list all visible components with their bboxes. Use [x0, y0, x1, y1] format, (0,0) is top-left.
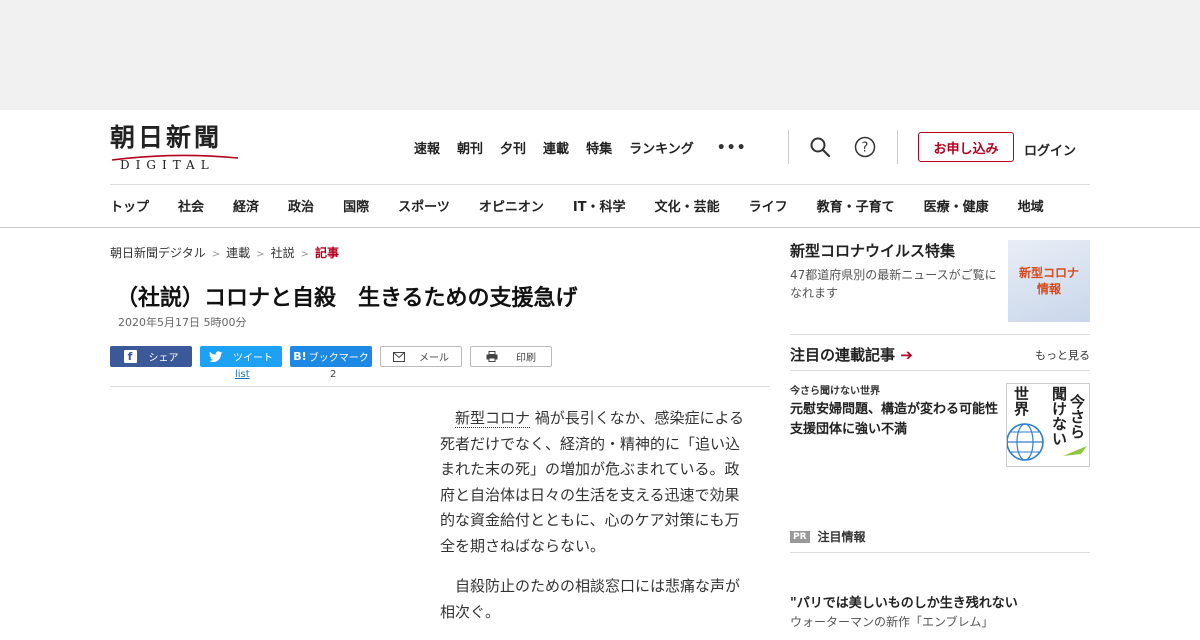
- corona-badge-line2: 情報: [1036, 282, 1061, 296]
- cat-item-health[interactable]: 医療・健康: [924, 196, 989, 215]
- cat-item-international[interactable]: 国際: [343, 196, 369, 215]
- arrow-right-icon: ➔: [900, 346, 913, 364]
- facebook-share-button[interactable]: f シェア: [110, 346, 192, 367]
- mail-icon: [393, 351, 405, 362]
- article-paragraph: 自殺防止のための相談窓口には悲痛な声が相次ぐ。: [440, 577, 741, 621]
- article-paragraph: 新型コロナ 禍が長引くなか、感染症による死者だけでなく、経済的・精神的に「追い込…: [440, 406, 750, 559]
- hatena-share-label: ブックマーク: [308, 353, 369, 364]
- topnav-item-ranking[interactable]: ランキング: [629, 138, 694, 157]
- cat-item-top[interactable]: トップ: [110, 196, 149, 215]
- corona-topic-link[interactable]: 新型コロナ: [455, 409, 531, 428]
- mail-share-label: メール: [419, 353, 449, 364]
- nav-divider: [110, 184, 1090, 185]
- series-img-text-1: 今さら: [1068, 393, 1086, 439]
- mail-share-button[interactable]: メール: [380, 346, 462, 367]
- sidebar-divider: [790, 370, 1090, 371]
- site-header: 朝日新聞 DIGITAL 速報 朝刊 夕刊 連載 特集 ランキング ••• ? …: [0, 110, 1200, 228]
- print-label: 印刷: [516, 353, 536, 364]
- breadcrumb-current: 記事: [314, 246, 339, 260]
- breadcrumb-item-editorial[interactable]: 社説: [271, 246, 295, 260]
- login-link[interactable]: ログイン: [1024, 140, 1076, 159]
- series-title-text: 注目の連載記事: [790, 346, 896, 364]
- hatena-icon: B!: [293, 350, 307, 363]
- facebook-icon: f: [123, 350, 137, 363]
- site-logo[interactable]: 朝日新聞 DIGITAL: [110, 123, 240, 172]
- article-body: 新型コロナ 禍が長引くなか、感染症による死者だけでなく、経済的・精神的に「追い込…: [440, 406, 750, 640]
- cat-item-it-science[interactable]: IT・科学: [573, 196, 626, 215]
- cat-item-region[interactable]: 地域: [1018, 196, 1044, 215]
- see-more-link[interactable]: もっと見る: [1035, 347, 1090, 363]
- sidebar-divider: [790, 518, 1090, 519]
- series-thumbnail[interactable]: 今さら 聞けない 世界: [1006, 383, 1090, 467]
- series-headline[interactable]: 元慰安婦問題、構造が変わる可能性 支援団体に強い不満: [790, 400, 1011, 440]
- article-headline: （社説）コロナと自殺 生きるための支援急げ: [116, 286, 578, 311]
- logo-main-text: 朝日新聞: [110, 123, 223, 152]
- topnav-item-features[interactable]: 特集: [586, 138, 612, 157]
- apply-button[interactable]: お申し込み: [918, 132, 1014, 162]
- pr-label: 注目情報: [817, 530, 866, 544]
- cat-item-politics[interactable]: 政治: [288, 196, 314, 215]
- article-date: 2020年5月17日 5時00分: [118, 316, 247, 329]
- globe-illustration-icon: 今さら 聞けない 世界: [1006, 385, 1087, 461]
- category-nav: トップ 社会 経済 政治 国際 スポーツ オピニオン IT・科学 文化・芸能 ラ…: [110, 196, 1044, 215]
- topnav-item-evening[interactable]: 夕刊: [500, 138, 526, 157]
- topnav-item-breaking[interactable]: 速報: [414, 138, 440, 157]
- breadcrumb-separator: >: [211, 249, 221, 260]
- corona-feature-image[interactable]: 新型コロナ 情報: [1008, 240, 1090, 322]
- sidebar-divider: [790, 334, 1090, 335]
- series-section-title: 注目の連載記事 ➔: [790, 344, 913, 365]
- logo-swoosh-icon: [111, 154, 239, 161]
- hatena-count: 2: [330, 369, 337, 380]
- print-icon: [486, 351, 498, 362]
- twitter-count[interactable]: list: [235, 369, 250, 380]
- more-menu-icon[interactable]: •••: [717, 140, 747, 156]
- cat-item-opinion[interactable]: オピニオン: [479, 196, 544, 215]
- sidebar-divider: [790, 552, 1090, 553]
- paragraph-text: 禍が長引くなか、感染症による死者だけでなく、経済的・精神的に「追い込まれた末の死…: [440, 409, 745, 555]
- hatena-bookmark-button[interactable]: B! ブックマーク: [290, 346, 372, 367]
- twitter-share-label: ツイート: [233, 353, 273, 364]
- search-icon[interactable]: [809, 136, 831, 158]
- breadcrumb-separator: >: [300, 249, 309, 260]
- header-divider-2: [897, 130, 898, 164]
- ad-banner-area: [0, 0, 1200, 110]
- pr-section-header: PR 注目情報: [790, 528, 866, 545]
- top-nav: 速報 朝刊 夕刊 連載 特集 ランキング •••: [414, 138, 747, 158]
- corona-feature-desc: 47都道府県別の最新ニュースがご覧になれます: [790, 268, 997, 300]
- header-divider: [788, 130, 789, 164]
- series-img-text-3: 世界: [1012, 385, 1030, 417]
- svg-text:?: ?: [862, 141, 869, 156]
- pr-article-headline[interactable]: "パリでは美しいものしか生き残れない: [790, 592, 1018, 611]
- pr-article-sub: ウォーターマンの新作「エンブレム」: [790, 615, 994, 629]
- cat-item-society[interactable]: 社会: [178, 196, 204, 215]
- breadcrumb-item-series[interactable]: 連載: [226, 246, 250, 260]
- breadcrumb: 朝日新聞デジタル > 連載 > 社説 > 記事: [110, 244, 339, 261]
- topnav-item-series[interactable]: 連載: [543, 138, 569, 157]
- print-button[interactable]: 印刷: [470, 346, 552, 367]
- topnav-item-morning[interactable]: 朝刊: [457, 138, 483, 157]
- breadcrumb-item-home[interactable]: 朝日新聞デジタル: [110, 246, 206, 260]
- twitter-icon: [209, 350, 223, 362]
- cat-item-sports[interactable]: スポーツ: [398, 196, 450, 215]
- cat-item-life[interactable]: ライフ: [749, 196, 788, 215]
- cat-item-culture[interactable]: 文化・芸能: [655, 196, 720, 215]
- cat-item-economy[interactable]: 経済: [233, 196, 259, 215]
- pr-badge: PR: [790, 530, 810, 543]
- article-divider: [110, 386, 770, 387]
- twitter-share-button[interactable]: ツイート: [200, 346, 282, 367]
- help-icon[interactable]: ?: [854, 136, 876, 158]
- corona-badge-line1: 新型コロナ: [1018, 266, 1079, 280]
- series-kicker: 今さら聞けない世界: [790, 386, 880, 397]
- corona-feature-title[interactable]: 新型コロナウイルス特集: [790, 240, 955, 261]
- series-img-text-2: 聞けない: [1050, 386, 1068, 446]
- breadcrumb-separator: >: [256, 249, 265, 260]
- facebook-share-label: シェア: [148, 353, 179, 364]
- cat-item-education[interactable]: 教育・子育て: [817, 196, 895, 215]
- corona-badge-text: 新型コロナ 情報: [1019, 265, 1079, 297]
